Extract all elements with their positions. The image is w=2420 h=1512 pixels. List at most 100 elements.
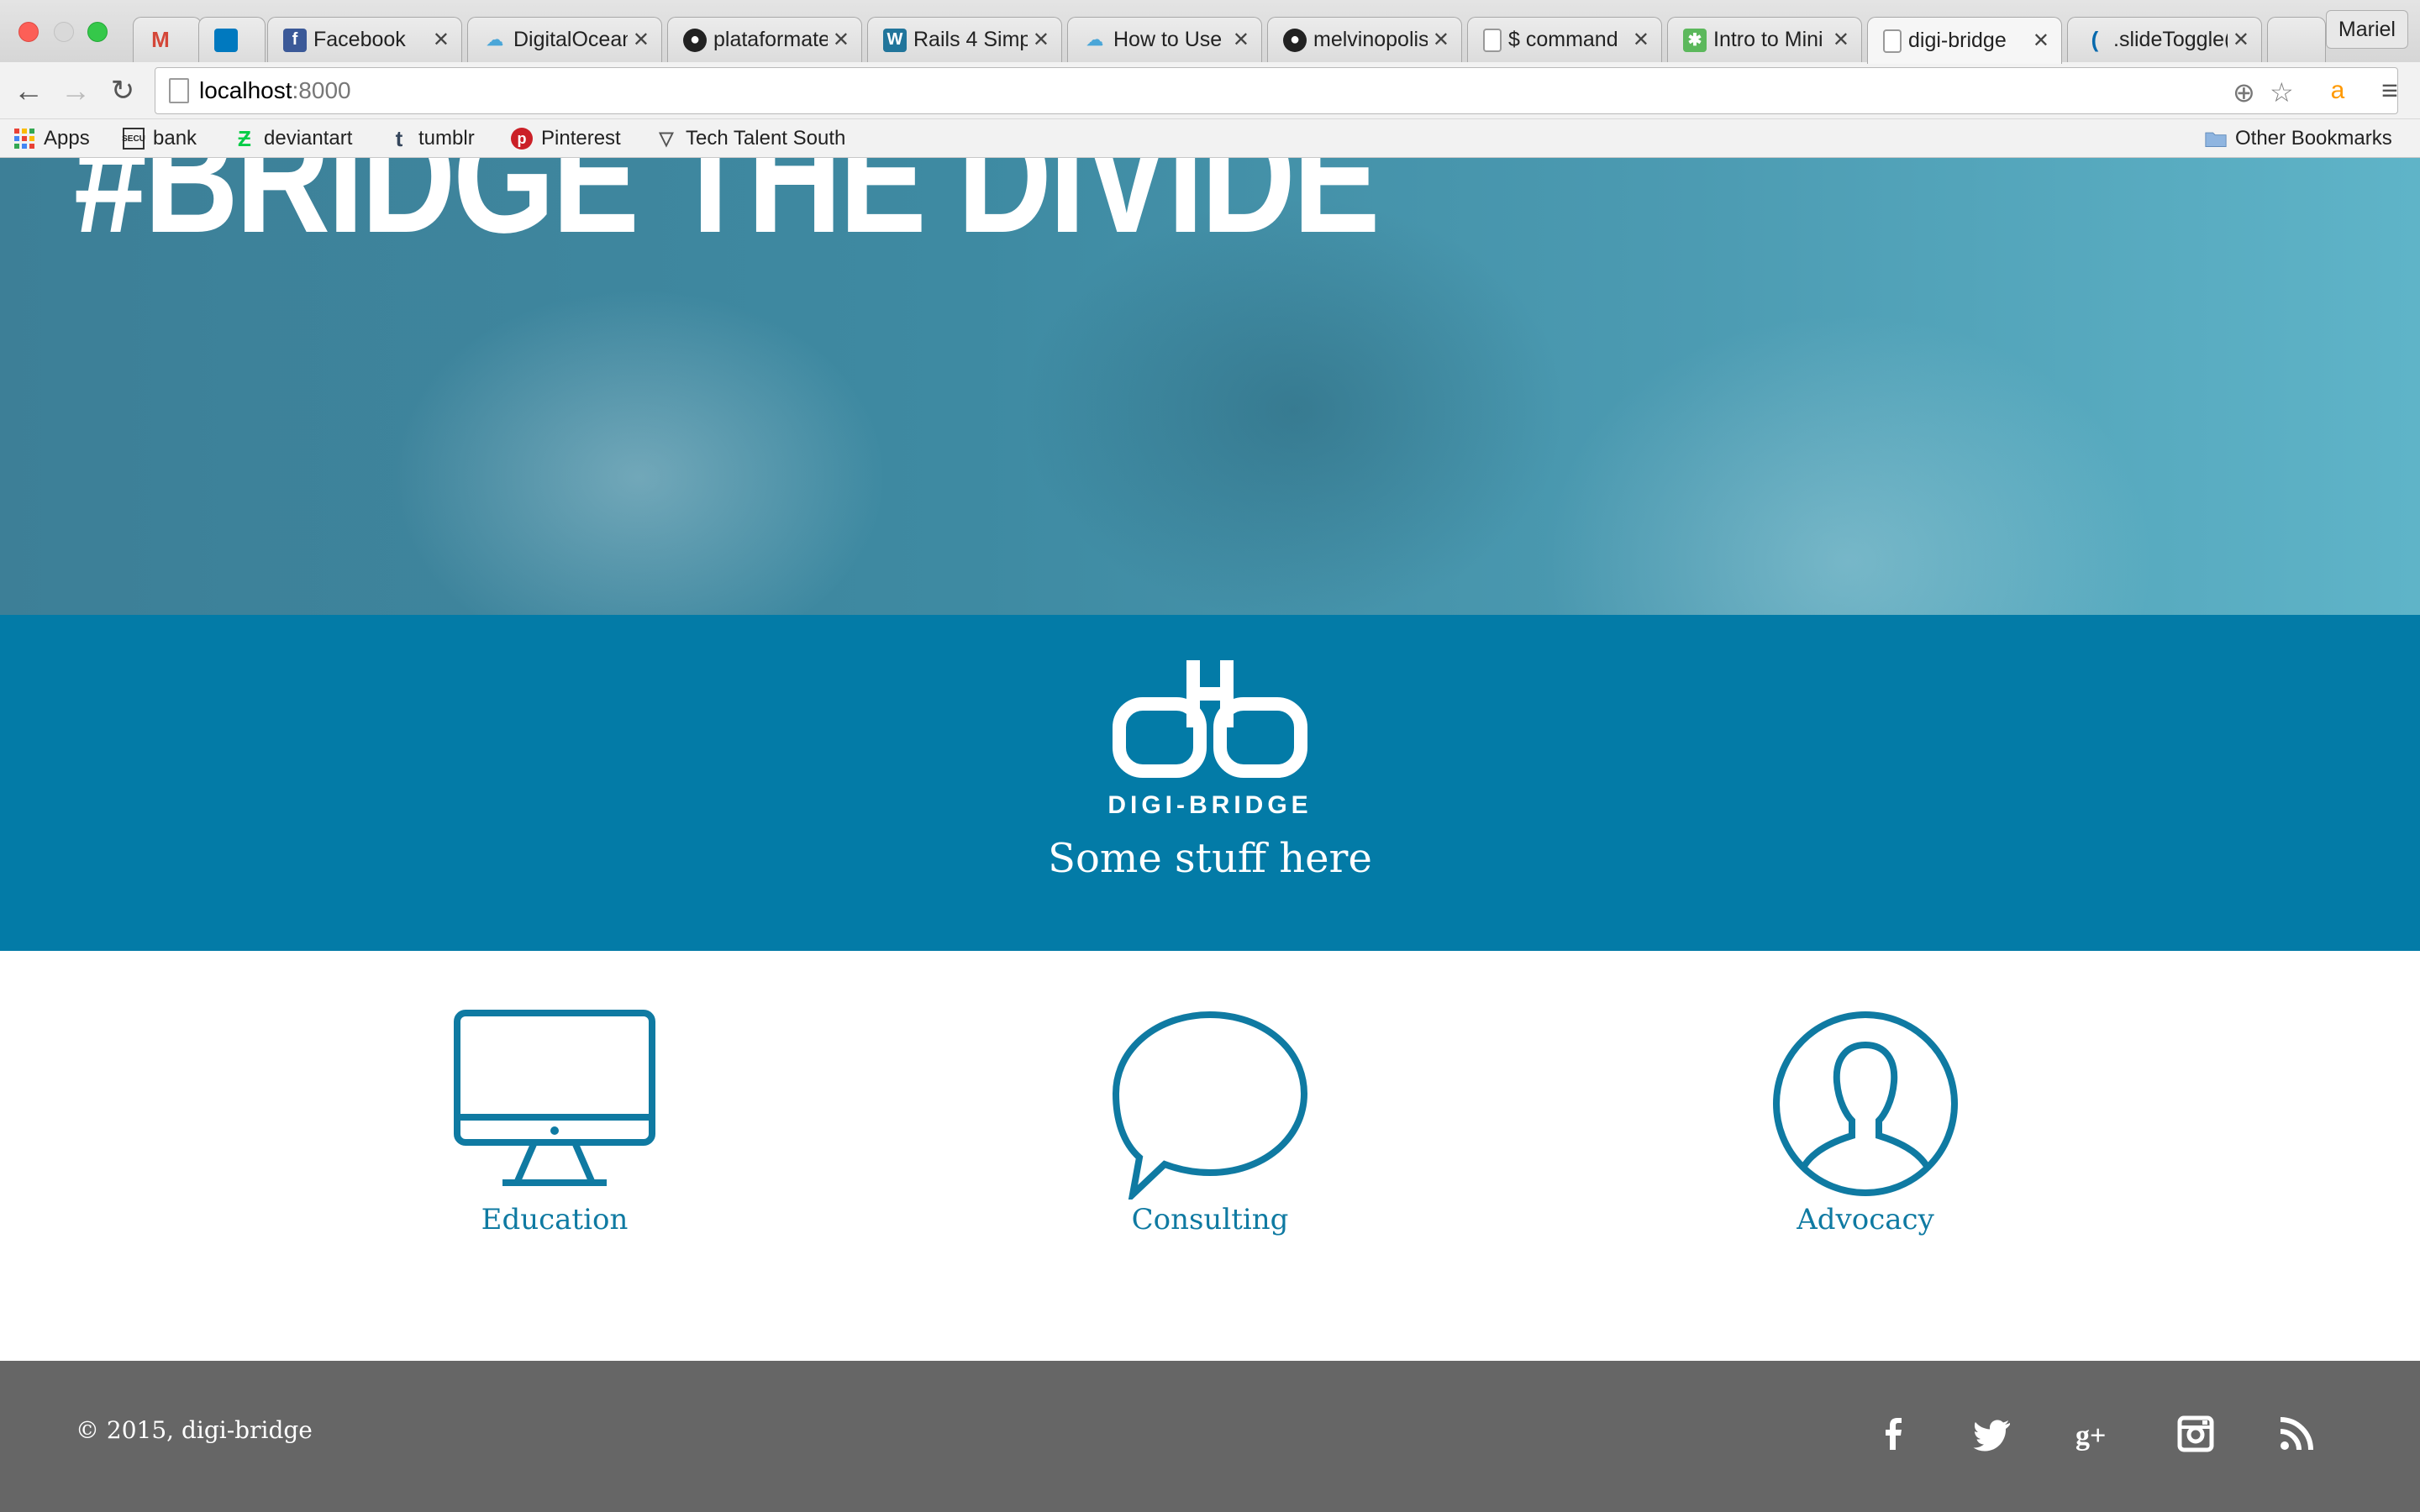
speech-bubble-icon: [1112, 1011, 1308, 1200]
tab-title: melvinopolis: [1313, 28, 1428, 51]
browser-tab[interactable]: ● plataformate ✕: [667, 17, 862, 62]
digi-bridge-logo-icon: [1113, 660, 1307, 778]
amazon-extension-icon[interactable]: a: [2321, 74, 2354, 108]
bookmark-tech-talent-south[interactable]: ▽ Tech Talent South: [655, 126, 846, 151]
bookmark-label: tumblr: [418, 127, 475, 150]
gmail-icon: M: [151, 27, 170, 52]
zoom-icon[interactable]: ⊕: [2233, 76, 2255, 108]
instagram-icon[interactable]: [2175, 1413, 2217, 1455]
cloud-icon: ☁: [487, 31, 503, 50]
profile-button[interactable]: Mariel: [2325, 10, 2408, 49]
browser-tab[interactable]: f Facebook ✕: [267, 17, 462, 62]
service-label: Advocacy: [1797, 1203, 1934, 1236]
bookmark-apps[interactable]: Apps: [13, 126, 90, 151]
url-port: :8000: [292, 77, 351, 103]
address-bar[interactable]: localhost:8000 ⊕ ☆: [155, 67, 2398, 114]
close-icon[interactable]: ✕: [2033, 29, 2049, 53]
close-icon[interactable]: ✕: [833, 28, 850, 52]
bookmark-deviantart[interactable]: Ƶ deviantart: [234, 126, 352, 151]
site-footer: © 2015, digi-bridge g+: [0, 1361, 2420, 1512]
tab-title: Intro to Mini: [1713, 28, 1823, 51]
bookmark-label: deviantart: [264, 127, 353, 150]
browser-tab[interactable]: ☁ DigitalOcean ✕: [467, 17, 662, 62]
tab-title: .slideToggle(: [2113, 28, 2228, 51]
triangle-icon: ▽: [659, 128, 674, 149]
service-advocacy[interactable]: Advocacy: [1655, 951, 2075, 1287]
close-icon[interactable]: ✕: [1033, 28, 1050, 52]
bookmark-bank[interactable]: SECU bank: [122, 126, 197, 151]
bookmark-tumblr[interactable]: t tumblr: [388, 126, 475, 151]
browser-tab[interactable]: ( .slideToggle( ✕: [2067, 17, 2262, 62]
other-bookmarks[interactable]: Other Bookmarks: [2205, 126, 2392, 151]
services-section: Education Consulting Advocacy: [0, 951, 2420, 1361]
other-bookmarks-label: Other Bookmarks: [2235, 127, 2392, 150]
twitter-icon[interactable]: [1973, 1413, 2015, 1455]
tab-title: $ command: [1508, 28, 1618, 51]
bookmark-pinterest[interactable]: p Pinterest: [511, 126, 621, 151]
browser-tab[interactable]: ✱ Intro to Mini ✕: [1667, 17, 1862, 62]
bookmark-label: Tech Talent South: [686, 127, 846, 150]
browser-tab-strip: M f Facebook ✕ ☁ DigitalOcean ✕ ● plataf…: [0, 0, 2420, 64]
page-icon: [1883, 29, 1902, 53]
service-consulting[interactable]: Consulting: [1000, 951, 1420, 1287]
page-icon: [169, 78, 189, 103]
hero-banner: #BRIDGE THE DIVIDE: [0, 158, 2420, 615]
url-host: localhost: [199, 77, 292, 103]
reload-icon[interactable]: ↻: [106, 74, 139, 108]
service-label: Consulting: [1131, 1203, 1289, 1236]
browser-tab-active[interactable]: digi-bridge ✕: [1867, 17, 2062, 64]
browser-tab[interactable]: ● melvinopolis ✕: [1267, 17, 1462, 62]
tagline: Some stuff here: [1048, 835, 1372, 882]
close-icon[interactable]: ✕: [1633, 28, 1649, 52]
tab-title: Rails 4 Simp: [913, 28, 1028, 51]
back-arrow-icon[interactable]: ←: [12, 73, 45, 108]
bookmark-label: bank: [153, 127, 197, 150]
web-page: #BRIDGE THE DIVIDE DIGI-BRIDGE Some stuf…: [0, 158, 2420, 1512]
page-icon: [1483, 28, 1502, 52]
browser-toolbar: ← → ↻ localhost:8000 ⊕ ☆ a ≡: [0, 62, 2420, 119]
deviantart-icon: Ƶ: [238, 125, 251, 151]
new-tab-button[interactable]: [2267, 17, 2326, 62]
apps-grid-icon: [13, 128, 35, 150]
window-close-button[interactable]: [18, 22, 39, 42]
tab-title: digi-bridge: [1908, 29, 2007, 52]
service-label: Education: [481, 1203, 629, 1236]
bookmark-star-icon[interactable]: ☆: [2270, 76, 2294, 108]
close-icon[interactable]: ✕: [1433, 28, 1449, 52]
tab-title: DigitalOcean: [513, 28, 628, 51]
close-icon[interactable]: ✕: [633, 28, 650, 52]
window-maximize-button[interactable]: [87, 22, 108, 42]
window-minimize-button[interactable]: [54, 22, 74, 42]
jquery-icon: (: [2091, 27, 2099, 52]
browser-tab[interactable]: W Rails 4 Simp ✕: [867, 17, 1062, 62]
bookmark-label: Apps: [44, 127, 90, 150]
close-icon[interactable]: ✕: [1233, 28, 1249, 52]
menu-icon[interactable]: ≡: [2373, 74, 2407, 108]
tab-title: How to Use: [1113, 28, 1223, 51]
desktop-computer-icon: [454, 1010, 655, 1186]
close-icon[interactable]: ✕: [433, 28, 450, 52]
github-icon: ●: [1283, 28, 1307, 52]
browser-tab-gmail[interactable]: M: [133, 17, 202, 62]
wordpress-icon: W: [883, 28, 907, 52]
cloud-icon: ☁: [1086, 31, 1103, 50]
user-profile-icon: [1773, 1011, 1958, 1196]
close-icon[interactable]: ✕: [2233, 28, 2249, 52]
browser-tab-trello[interactable]: [198, 17, 266, 62]
hero-title: #BRIDGE THE DIVIDE: [74, 158, 1380, 266]
github-icon: ●: [683, 28, 707, 52]
facebook-icon: f: [283, 28, 307, 52]
google-plus-icon[interactable]: g+: [2074, 1413, 2116, 1455]
browser-tab[interactable]: ☁ How to Use ✕: [1067, 17, 1262, 62]
svg-text:g+: g+: [2075, 1420, 2106, 1452]
browser-tab[interactable]: $ command ✕: [1467, 17, 1662, 62]
service-education[interactable]: Education: [345, 951, 765, 1287]
forward-arrow-icon[interactable]: →: [59, 73, 92, 108]
brand-band: DIGI-BRIDGE Some stuff here: [0, 615, 2420, 951]
pinterest-icon: p: [511, 128, 533, 150]
rss-icon[interactable]: [2275, 1413, 2317, 1455]
bookmark-label: Pinterest: [541, 127, 621, 150]
facebook-icon[interactable]: [1872, 1413, 1914, 1455]
close-icon[interactable]: ✕: [1833, 28, 1849, 52]
tab-title: Facebook: [313, 28, 406, 51]
